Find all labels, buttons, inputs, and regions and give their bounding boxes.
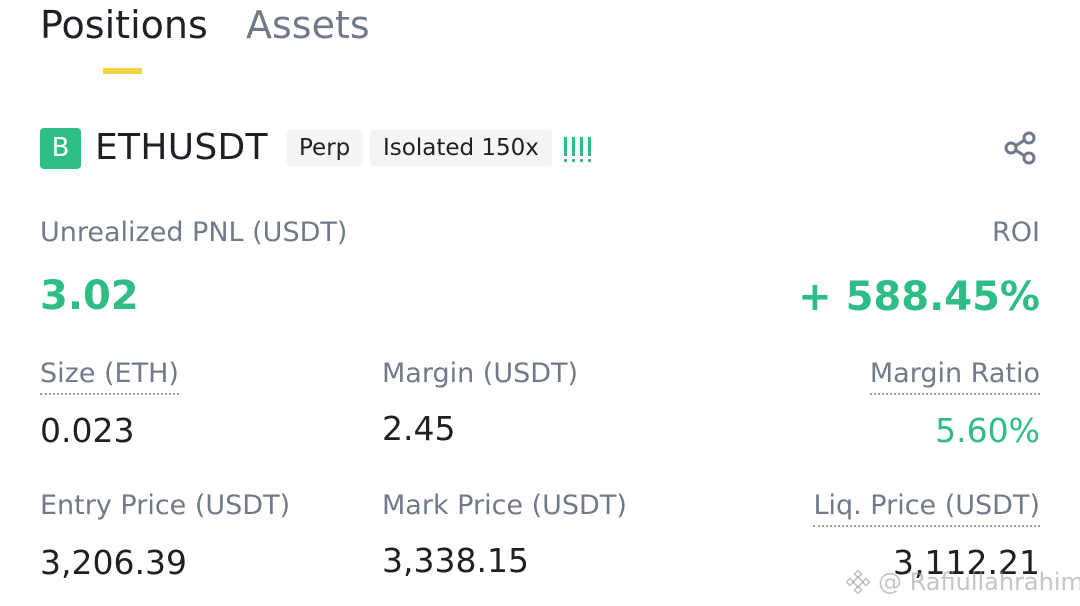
contract-type-chip: Perp (286, 130, 364, 166)
entry-price-label: Entry Price (USDT) (40, 490, 291, 521)
tab-positions[interactable]: Positions (40, 2, 208, 48)
unrealized-pnl-value: 3.02 (40, 273, 139, 319)
active-tab-indicator (103, 68, 142, 74)
watermark-text: @ Rafiullahrahimi (878, 568, 1080, 596)
liq-price-label[interactable]: Liq. Price (USDT) (813, 489, 1040, 527)
margin-label: Margin (USDT) (382, 358, 579, 389)
margin-value: 2.45 (382, 409, 456, 448)
binance-logo-icon (846, 570, 870, 594)
symbol-name[interactable]: ETHUSDT (95, 126, 268, 170)
mark-price-label: Mark Price (USDT) (382, 490, 627, 521)
position-header: B ETHUSDT Perp Isolated 150x (40, 126, 1040, 170)
share-icon (1004, 131, 1036, 165)
size-value: 0.023 (40, 411, 135, 450)
roi-label: ROI (992, 217, 1040, 248)
tab-bar: Positions Assets (40, 0, 540, 80)
entry-price-value: 3,206.39 (40, 543, 187, 582)
margin-ratio-label[interactable]: Margin Ratio (869, 357, 1040, 395)
unrealized-pnl-label: Unrealized PNL (USDT) (40, 217, 348, 248)
mark-price-value: 3,338.15 (382, 541, 529, 580)
tab-assets[interactable]: Assets (246, 2, 370, 48)
roi-value: + 588.45% (798, 274, 1040, 320)
signal-bars-icon (564, 134, 596, 162)
size-label[interactable]: Size (ETH) (40, 357, 179, 395)
margin-ratio-value: 5.60% (935, 411, 1040, 450)
buy-side-badge: B (40, 128, 81, 169)
watermark: @ Rafiullahrahimi (846, 566, 1080, 598)
margin-leverage-chip[interactable]: Isolated 150x (370, 130, 552, 166)
share-button[interactable] (1002, 130, 1038, 166)
